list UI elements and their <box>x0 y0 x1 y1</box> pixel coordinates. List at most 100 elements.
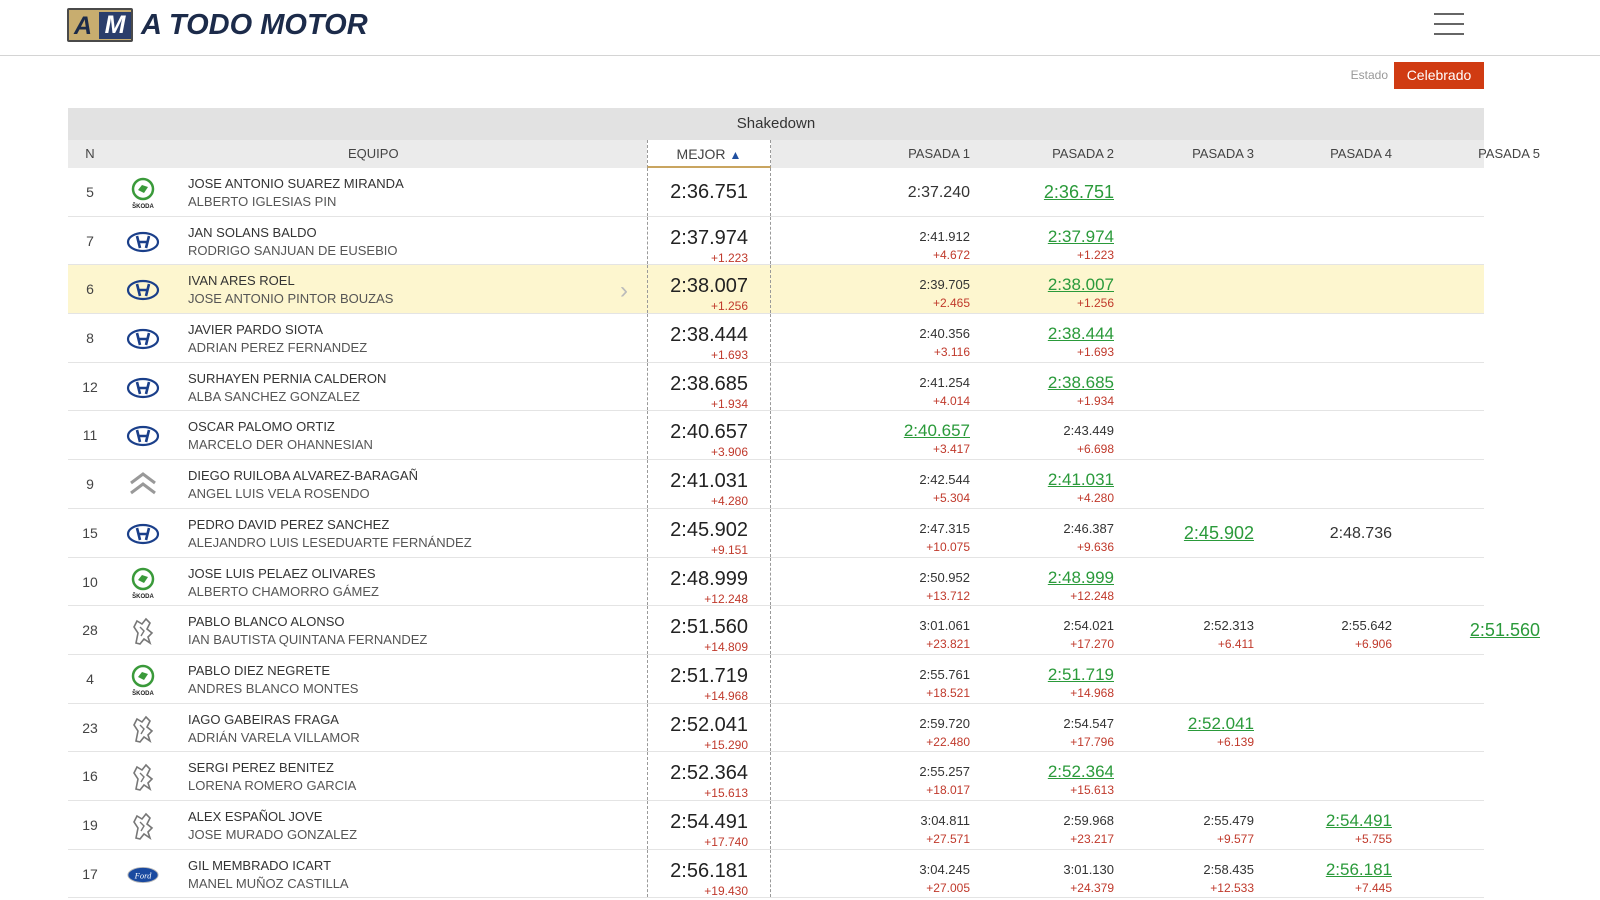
codriver-name[interactable]: ANDRES BLANCO MONTES <box>188 679 628 698</box>
crew: JAN SOLANS BALDO RODRIGO SANJUAN DE EUSE… <box>188 224 628 260</box>
pasada-1-cell: 2:42.544 +5.304 <box>832 460 970 508</box>
driver-name[interactable]: PEDRO DAVID PEREZ SANCHEZ <box>188 516 628 533</box>
col-pasada-1[interactable]: PASADA 1 <box>832 140 970 168</box>
table-row[interactable]: 19 ALEX ESPAÑOL JOVE JOSE MURADO GONZALE… <box>68 800 1484 850</box>
col-pasada-4[interactable]: PASADA 4 <box>1254 140 1392 168</box>
table-row[interactable]: 7 JAN SOLANS BALDO RODRIGO SANJUAN DE EU… <box>68 216 1484 266</box>
driver-name[interactable]: PABLO DIEZ NEGRETE <box>188 662 628 679</box>
pasada-time[interactable]: 2:41.031 <box>1048 470 1114 490</box>
driver-name[interactable]: PABLO BLANCO ALONSO <box>188 613 628 630</box>
svg-text:ŠKODA: ŠKODA <box>132 689 154 696</box>
pasada-gap: +23.821 <box>926 637 970 652</box>
pasada-time[interactable]: 2:38.685 <box>1048 373 1114 393</box>
driver-name[interactable]: SURHAYEN PERNIA CALDERON <box>188 370 628 387</box>
pasada-time[interactable]: 2:51.560 <box>1470 620 1540 641</box>
driver-name[interactable]: DIEGO RUILOBA ALVAREZ-BARAGAÑ <box>188 467 628 484</box>
codriver-name[interactable]: ALBERTO IGLESIAS PIN <box>188 192 628 211</box>
table-row[interactable]: 15 PEDRO DAVID PEREZ SANCHEZ ALEJANDRO L… <box>68 508 1484 558</box>
pasada-gap: +12.248 <box>1070 588 1114 603</box>
codriver-name[interactable]: ALBA SANCHEZ GONZALEZ <box>188 387 628 406</box>
driver-name[interactable]: JOSE LUIS PELAEZ OLIVARES <box>188 565 628 582</box>
table-row[interactable]: 5 ŠKODA JOSE ANTONIO SUAREZ MIRANDA ALBE… <box>68 168 1484 217</box>
pasada-gap: +23.217 <box>1070 831 1114 846</box>
menu-icon[interactable] <box>1434 13 1464 37</box>
codriver-name[interactable]: JOSE ANTONIO PINTOR BOUZAS <box>188 289 628 308</box>
crew: GIL MEMBRADO ICART MANEL MUÑOZ CASTILLA <box>188 857 628 893</box>
pasada-time[interactable]: 2:52.041 <box>1188 714 1254 734</box>
best-time: 2:40.657 <box>670 421 748 444</box>
pasada-time[interactable]: 2:38.007 <box>1048 275 1114 295</box>
pasada-1-cell: 3:04.811 +27.571 <box>832 801 970 849</box>
car-number: 4 <box>86 670 94 687</box>
pasada-gap: +1.256 <box>1076 296 1114 311</box>
table-row[interactable]: 9 DIEGO RUILOBA ALVAREZ-BARAGAÑ ANGEL LU… <box>68 460 1484 509</box>
pasada-time[interactable]: 2:37.974 <box>1048 227 1114 247</box>
table-row[interactable]: 8 JAVIER PARDO SIOTA ADRIAN PEREZ FERNAN… <box>68 314 1484 363</box>
pasada-3-cell: 2:58.435 +12.533 <box>1116 850 1254 898</box>
best-time-cell: 2:56.181 +19.430 <box>647 849 771 898</box>
codriver-name[interactable]: JOSE MURADO GONZALEZ <box>188 825 628 844</box>
pasada-time[interactable]: 2:54.491 <box>1326 811 1392 831</box>
pasada-time[interactable]: 2:56.181 <box>1326 860 1392 880</box>
codriver-name[interactable]: ALBERTO CHAMORRO GÁMEZ <box>188 582 628 601</box>
table-row[interactable]: 16 SERGI PEREZ BENITEZ LORENA ROMERO GAR… <box>68 752 1484 801</box>
pasada-1-cell: 2:55.257 +18.017 <box>832 752 970 800</box>
codriver-name[interactable]: ALEJANDRO LUIS LESEDUARTE FERNÁNDEZ <box>188 533 628 552</box>
pasada-time[interactable]: 2:52.364 <box>1048 762 1114 782</box>
driver-name[interactable]: IVAN ARES ROEL <box>188 272 628 289</box>
pasada-3-cell: 2:52.313 +6.411 <box>1116 606 1254 654</box>
pasada-time[interactable]: 2:38.444 <box>1048 324 1114 344</box>
table-row[interactable]: 12 SURHAYEN PERNIA CALDERON ALBA SANCHEZ… <box>68 362 1484 412</box>
pasada-time[interactable]: 2:40.657 <box>904 421 970 441</box>
pasada-time[interactable]: 2:48.999 <box>1048 568 1114 588</box>
table-row[interactable]: 4 ŠKODA PABLO DIEZ NEGRETE ANDRES BLANCO… <box>68 654 1484 704</box>
table-row[interactable]: 6 IVAN ARES ROEL JOSE ANTONIO PINTOR BOU… <box>68 265 1484 315</box>
driver-name[interactable]: SERGI PEREZ BENITEZ <box>188 759 628 776</box>
crew: SERGI PEREZ BENITEZ LORENA ROMERO GARCIA <box>188 759 628 795</box>
pasada-gap: +14.968 <box>1070 685 1114 700</box>
pasada-2-cell: 3:01.130 +24.379 <box>976 850 1114 898</box>
codriver-name[interactable]: LORENA ROMERO GARCIA <box>188 776 628 795</box>
crew: SURHAYEN PERNIA CALDERON ALBA SANCHEZ GO… <box>188 370 628 406</box>
driver-name[interactable]: ALEX ESPAÑOL JOVE <box>188 808 628 825</box>
pasada-time: 2:40.356 <box>919 326 970 342</box>
codriver-name[interactable]: ANGEL LUIS VELA ROSENDO <box>188 484 628 503</box>
best-time-cell: 2:51.719 +14.968 <box>647 654 771 703</box>
pasada-1-cell: 2:47.315 +10.075 <box>832 509 970 557</box>
pasada-gap: +3.116 <box>933 345 970 360</box>
table-row[interactable]: 28 PABLO BLANCO ALONSO IAN BAUTISTA QUIN… <box>68 606 1540 655</box>
table-row[interactable]: 11 OSCAR PALOMO ORTIZ MARCELO DER OHANNE… <box>68 411 1484 461</box>
codriver-name[interactable]: IAN BAUTISTA QUINTANA FERNANDEZ <box>188 630 628 649</box>
col-pasada-3[interactable]: PASADA 3 <box>1116 140 1254 168</box>
codriver-name[interactable]: MANEL MUÑOZ CASTILLA <box>188 874 628 893</box>
table-row[interactable]: 23 IAGO GABEIRAS FRAGA ADRIÁN VARELA VIL… <box>68 703 1484 753</box>
table-row[interactable]: 10 ŠKODA JOSE LUIS PELAEZ OLIVARES ALBER… <box>68 557 1484 607</box>
pasada-1-cell: 2:41.254 +4.014 <box>832 363 970 411</box>
pasada-2-cell: 2:43.449 +6.698 <box>976 411 1114 459</box>
sort-asc-icon: ▲ <box>729 148 742 162</box>
col-n[interactable]: N <box>68 140 112 168</box>
best-gap: +3.906 <box>710 445 748 460</box>
pasada-time[interactable]: 2:45.902 <box>1184 523 1254 544</box>
driver-name[interactable]: JAN SOLANS BALDO <box>188 224 628 241</box>
pasada-time[interactable]: 2:51.719 <box>1048 665 1114 685</box>
site-logo[interactable]: A M A TODO MOTOR <box>67 8 368 42</box>
driver-name[interactable]: IAGO GABEIRAS FRAGA <box>188 711 628 728</box>
driver-name[interactable]: GIL MEMBRADO ICART <box>188 857 628 874</box>
driver-name[interactable]: JAVIER PARDO SIOTA <box>188 321 628 338</box>
table-row[interactable]: 17 Ford GIL MEMBRADO ICART MANEL MUÑOZ C… <box>68 849 1484 899</box>
col-pasada-2[interactable]: PASADA 2 <box>976 140 1114 168</box>
col-pasada-5[interactable]: PASADA 5 <box>1402 140 1540 168</box>
codriver-name[interactable]: ADRIAN PEREZ FERNANDEZ <box>188 338 628 357</box>
pasada-time[interactable]: 2:36.751 <box>1044 182 1114 203</box>
driver-name[interactable]: JOSE ANTONIO SUAREZ MIRANDA <box>188 175 628 192</box>
codriver-name[interactable]: MARCELO DER OHANNESIAN <box>188 435 628 454</box>
codriver-name[interactable]: ADRIÁN VARELA VILLAMOR <box>188 728 628 747</box>
crew: PEDRO DAVID PEREZ SANCHEZ ALEJANDRO LUIS… <box>188 516 628 552</box>
codriver-name[interactable]: RODRIGO SANJUAN DE EUSEBIO <box>188 241 628 260</box>
pasada-time: 2:39.705 <box>919 277 970 293</box>
col-mejor[interactable]: MEJOR ▲ <box>647 140 771 168</box>
driver-name[interactable]: OSCAR PALOMO ORTIZ <box>188 418 628 435</box>
chevron-right-icon[interactable]: › <box>620 277 628 305</box>
col-equipo[interactable]: EQUIPO <box>188 140 628 168</box>
